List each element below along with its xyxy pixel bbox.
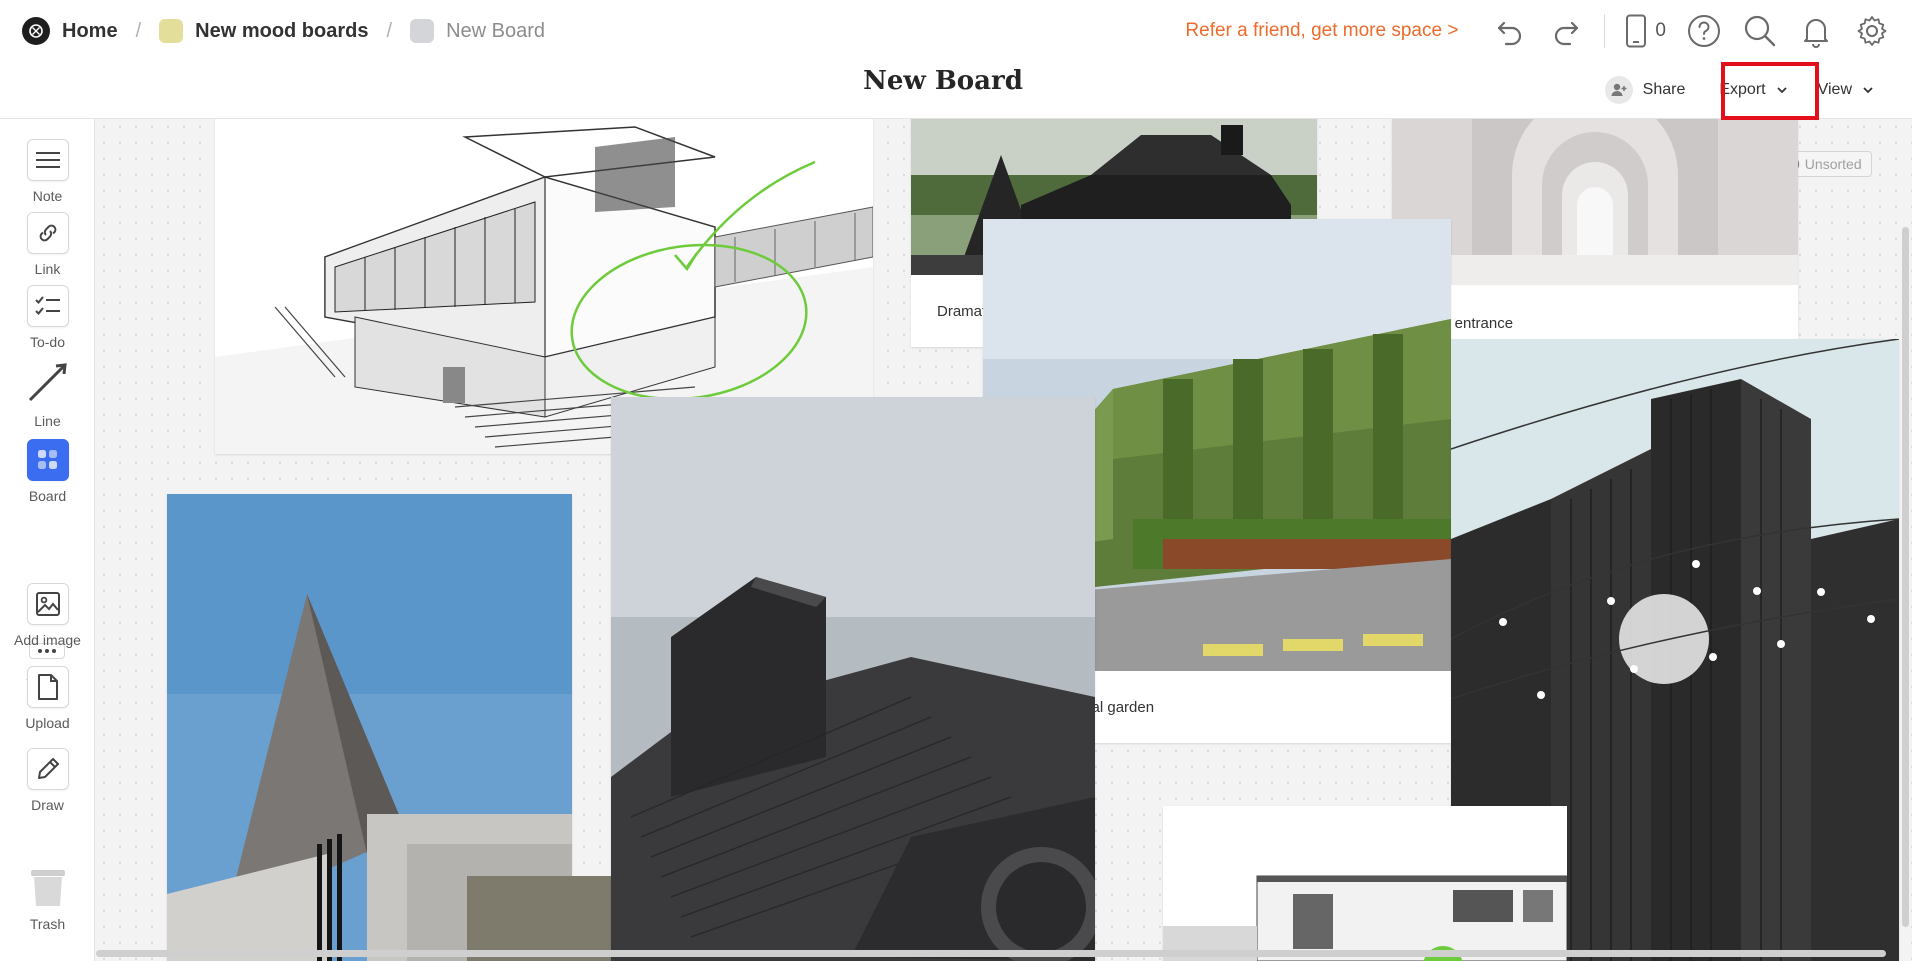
add-person-icon [1604,76,1633,104]
divider [1604,14,1606,48]
tool-label: Upload [25,715,70,731]
parent-board-swatch [159,19,184,43]
device-sync-button[interactable]: 0 [1625,14,1666,48]
todo-icon [26,285,69,327]
white-modern-house-image [1163,806,1567,961]
tool-todo[interactable]: To-do [0,285,95,350]
top-bar: Home / New mood boards / New Board Refer… [0,0,1912,119]
tool-board[interactable]: Board [0,439,95,504]
breadcrumb-separator: / [386,19,393,42]
breadcrumb-parent-label: New mood boards [195,19,369,42]
chevron-down-icon [1863,87,1873,94]
tool-line[interactable]: Line [0,358,95,429]
tool-label: Add image [14,632,81,648]
white-modern-house-card[interactable] [1163,806,1567,961]
refer-friend-link[interactable]: Refer a friend, get more space > [1185,20,1458,42]
vertical-scrollbar[interactable] [1902,227,1909,927]
breadcrumb-current[interactable]: New Board [410,19,545,43]
tool-add-image[interactable]: Add image [0,583,95,648]
breadcrumb-current-label: New Board [446,19,545,42]
dark-wood-roof-card[interactable] [611,397,1095,961]
breadcrumb-home-label: Home [62,19,118,42]
export-highlight-box [1721,62,1819,120]
top-actions: Refer a friend, get more space > 0 [1185,10,1890,52]
notifications-bell-icon[interactable] [1798,13,1834,49]
device-count: 0 [1655,20,1666,41]
search-icon[interactable] [1742,13,1778,49]
pencil-icon [26,748,69,790]
line-icon [24,358,72,406]
board-canvas[interactable]: 0 Unsorted [96,119,1912,961]
tool-label: Draw [31,797,64,813]
horizontal-scrollbar[interactable] [96,950,1886,957]
breadcrumb-separator: / [135,19,142,42]
tool-sidebar: Note Link To-do Line Board Add image Upl… [0,119,95,961]
breadcrumb-home[interactable]: Home [22,17,118,45]
tool-trash[interactable]: Trash [0,867,95,932]
home-logo-icon [22,17,50,45]
undo-icon[interactable] [1492,13,1528,49]
share-button[interactable]: Share [1595,76,1696,104]
tool-link[interactable]: Link [0,212,95,277]
help-icon[interactable] [1686,13,1722,49]
arch-corridor-image [1392,119,1798,285]
arch-corridor-card[interactable]: Main entrance [1392,119,1798,359]
tool-label: Note [32,188,63,204]
view-label: View [1817,81,1852,98]
tool-label: Line [34,413,61,429]
phone-icon [1626,14,1647,48]
tool-label: To-do [29,334,66,350]
tool-note[interactable]: Note [0,139,95,204]
link-icon [26,212,69,254]
tool-label: Link [34,261,61,277]
redo-icon[interactable] [1548,13,1584,49]
unsorted-label: Unsorted [1804,156,1862,172]
tool-label: Board [28,488,67,504]
share-label: Share [1642,81,1686,98]
tool-upload[interactable]: Upload [0,666,95,731]
image-icon [26,583,69,625]
tool-draw[interactable]: Draw [0,748,95,813]
tool-label: Trash [29,916,66,932]
current-board-swatch [410,19,435,43]
board-icon [26,439,69,481]
view-button[interactable]: View [1808,81,1884,99]
dark-wood-roof-image [611,397,1095,961]
breadcrumb: Home / New mood boards / New Board [22,16,545,46]
trash-icon [27,867,69,909]
note-icon [26,139,69,181]
upload-icon [26,666,69,708]
app-window: Home / New mood boards / New Board Refer… [0,0,1912,961]
breadcrumb-parent[interactable]: New mood boards [159,19,369,43]
settings-gear-icon[interactable] [1854,13,1890,49]
